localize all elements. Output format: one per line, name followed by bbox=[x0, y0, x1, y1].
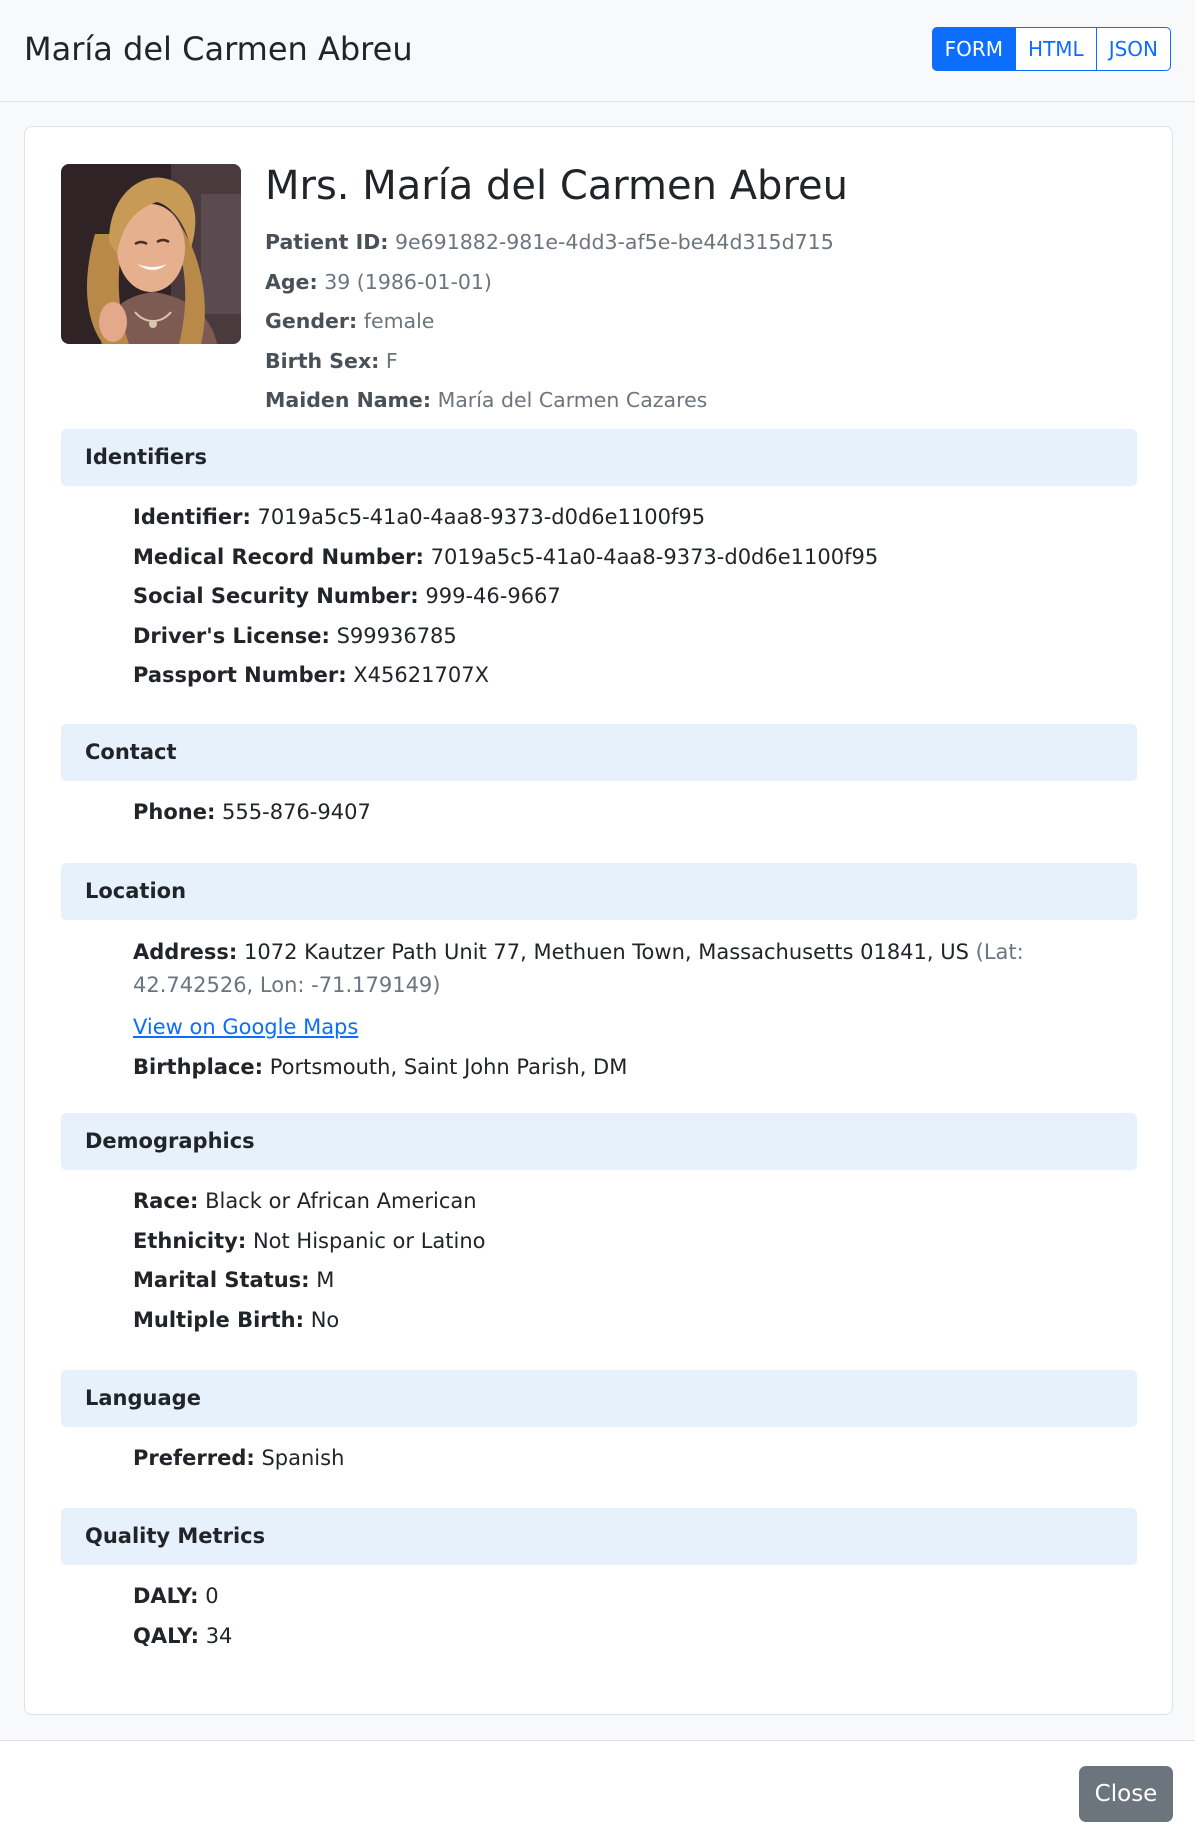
location-section: Address: 1072 Kautzer Path Unit 77, Meth… bbox=[133, 936, 1133, 1087]
contact-header: Contact bbox=[61, 724, 1137, 781]
ssn-value: 999-46-9667 bbox=[425, 584, 561, 608]
phone-row: Phone: 555-876-9407 bbox=[133, 793, 1133, 833]
patient-id-value: 9e691882-981e-4dd3-af5e-be44d315d715 bbox=[394, 230, 834, 254]
age-label: Age: bbox=[265, 269, 318, 294]
qaly-row: QALY: 34 bbox=[133, 1617, 1133, 1657]
passport-row: Passport Number: X45621707X bbox=[133, 656, 1133, 696]
location-header: Location bbox=[61, 863, 1137, 920]
identifier-row: Identifier: 7019a5c5-41a0-4aa8-9373-d0d6… bbox=[133, 498, 1133, 538]
ethnicity-label: Ethnicity: bbox=[133, 1228, 247, 1253]
phone-label: Phone: bbox=[133, 800, 216, 824]
birthplace-value: Portsmouth, Saint John Parish, DM bbox=[269, 1054, 628, 1079]
google-maps-link[interactable]: View on Google Maps bbox=[133, 1015, 358, 1039]
marital-status-label: Marital Status: bbox=[133, 1268, 310, 1292]
multiple-birth-value: No bbox=[310, 1307, 340, 1332]
birthplace-row: Birthplace: Portsmouth, Saint John Paris… bbox=[133, 1048, 1133, 1088]
modal-body: Mrs. María del Carmen Abreu Patient ID: … bbox=[0, 102, 1195, 1740]
phone-value: 555-876-9407 bbox=[222, 800, 371, 824]
modal-header: María del Carmen Abreu FORM HTML JSON bbox=[0, 0, 1195, 102]
qaly-label: QALY: bbox=[133, 1623, 199, 1648]
age-value: 39 (1986-01-01) bbox=[324, 269, 492, 294]
age-line: Age: 39 (1986-01-01) bbox=[265, 263, 1145, 303]
gender-label: Gender: bbox=[265, 309, 358, 333]
drivers-license-label: Driver's License: bbox=[133, 623, 330, 648]
multiple-birth-row: Multiple Birth: No bbox=[133, 1301, 1133, 1341]
maps-link-row: View on Google Maps bbox=[133, 1008, 1133, 1048]
identifier-label: Identifier: bbox=[133, 505, 251, 529]
maiden-name-value: María del Carmen Cazares bbox=[437, 388, 708, 412]
maiden-name-line: Maiden Name: María del Carmen Cazares bbox=[265, 381, 1145, 421]
birth-sex-label: Birth Sex: bbox=[265, 348, 380, 373]
drivers-license-row: Driver's License: S99936785 bbox=[133, 617, 1133, 657]
quality-metrics-header: Quality Metrics bbox=[61, 1508, 1137, 1565]
passport-label: Passport Number: bbox=[133, 663, 347, 687]
address-label: Address: bbox=[133, 940, 238, 964]
html-view-button[interactable]: HTML bbox=[1016, 27, 1097, 71]
daly-label: DALY: bbox=[133, 1584, 199, 1608]
patient-summary: Mrs. María del Carmen Abreu Patient ID: … bbox=[265, 163, 1145, 421]
daly-row: DALY: 0 bbox=[133, 1577, 1133, 1617]
gender-line: Gender: female bbox=[265, 302, 1145, 342]
contact-section: Phone: 555-876-9407 bbox=[133, 793, 1133, 833]
patient-name: Mrs. María del Carmen Abreu bbox=[265, 163, 848, 209]
mrn-row: Medical Record Number: 7019a5c5-41a0-4aa… bbox=[133, 538, 1133, 578]
modal-footer: Close bbox=[0, 1740, 1195, 1842]
ethnicity-value: Not Hispanic or Latino bbox=[252, 1228, 486, 1253]
mrn-value: 7019a5c5-41a0-4aa8-9373-d0d6e1100f95 bbox=[430, 544, 879, 569]
race-row: Race: Black or African American bbox=[133, 1182, 1133, 1222]
patient-avatar bbox=[61, 164, 241, 344]
marital-status-row: Marital Status: M bbox=[133, 1261, 1133, 1301]
race-label: Race: bbox=[133, 1189, 199, 1213]
patient-id-line: Patient ID: 9e691882-981e-4dd3-af5e-be44… bbox=[265, 223, 1145, 263]
birth-sex-line: Birth Sex: F bbox=[265, 342, 1145, 382]
quality-metrics-section: DALY: 0 QALY: 34 bbox=[133, 1577, 1133, 1656]
marital-status-value: M bbox=[316, 1268, 335, 1292]
multiple-birth-label: Multiple Birth: bbox=[133, 1307, 305, 1332]
identifier-value: 7019a5c5-41a0-4aa8-9373-d0d6e1100f95 bbox=[257, 505, 706, 529]
qaly-value: 34 bbox=[205, 1623, 233, 1648]
identifiers-section: Identifier: 7019a5c5-41a0-4aa8-9373-d0d6… bbox=[133, 498, 1133, 696]
language-section: Preferred: Spanish bbox=[133, 1439, 1133, 1479]
birthplace-label: Birthplace: bbox=[133, 1054, 264, 1079]
race-value: Black or African American bbox=[205, 1189, 477, 1213]
daly-value: 0 bbox=[205, 1584, 219, 1608]
mrn-label: Medical Record Number: bbox=[133, 544, 424, 569]
preferred-language-label: Preferred: bbox=[133, 1446, 255, 1470]
form-view-button[interactable]: FORM bbox=[931, 27, 1017, 71]
json-view-button[interactable]: JSON bbox=[1096, 27, 1171, 71]
preferred-language-value: Spanish bbox=[261, 1446, 345, 1470]
gender-value: female bbox=[363, 309, 435, 333]
address-value: 1072 Kautzer Path Unit 77, Methuen Town,… bbox=[244, 940, 969, 964]
birth-sex-value: F bbox=[385, 348, 398, 373]
patient-id-label: Patient ID: bbox=[265, 230, 389, 254]
modal-title: María del Carmen Abreu bbox=[24, 30, 413, 68]
maiden-name-label: Maiden Name: bbox=[265, 388, 432, 412]
drivers-license-value: S99936785 bbox=[336, 623, 457, 648]
ssn-row: Social Security Number: 999-46-9667 bbox=[133, 577, 1133, 617]
demographics-header: Demographics bbox=[61, 1113, 1137, 1170]
passport-value: X45621707X bbox=[353, 663, 489, 687]
address-row: Address: 1072 Kautzer Path Unit 77, Meth… bbox=[133, 936, 1133, 1002]
preferred-language-row: Preferred: Spanish bbox=[133, 1439, 1133, 1479]
identifiers-header: Identifiers bbox=[61, 429, 1137, 486]
ethnicity-row: Ethnicity: Not Hispanic or Latino bbox=[133, 1222, 1133, 1262]
patient-card: Mrs. María del Carmen Abreu Patient ID: … bbox=[24, 126, 1173, 1715]
view-toggle-group: FORM HTML JSON bbox=[931, 27, 1171, 71]
close-button[interactable]: Close bbox=[1079, 1766, 1173, 1822]
language-header: Language bbox=[61, 1370, 1137, 1427]
ssn-label: Social Security Number: bbox=[133, 584, 419, 608]
demographics-section: Race: Black or African American Ethnicit… bbox=[133, 1182, 1133, 1340]
